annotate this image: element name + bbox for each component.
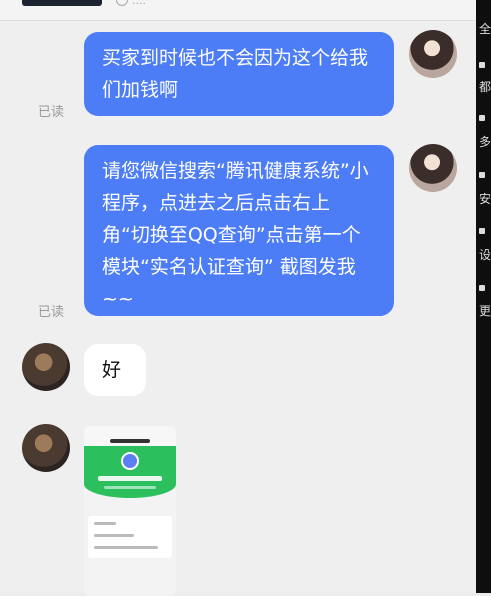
right-glyph: 都 xyxy=(479,80,491,94)
contact-avatar[interactable] xyxy=(22,424,70,472)
right-dot xyxy=(479,285,485,291)
right-side-strip: 全 都 多 安 设 更 xyxy=(476,0,491,593)
right-glyph: 设 xyxy=(479,248,491,262)
image-user-icon xyxy=(121,452,139,470)
message-bubble-1[interactable]: 买家到时候也不会因为这个给我们加钱啊 xyxy=(84,32,394,116)
top-strip-text: .... xyxy=(132,0,146,7)
right-glyph: 多 xyxy=(479,135,491,149)
right-glyph: 更 xyxy=(479,304,491,318)
read-status-2: 已读 xyxy=(38,305,65,320)
message-text-2: 请您微信搜索“腾讯健康系统”小程序，点进去之后点击右上角“切换至QQ查询”点击第… xyxy=(102,160,369,310)
clock-icon xyxy=(116,0,128,6)
my-avatar[interactable] xyxy=(409,30,457,78)
read-status-1: 已读 xyxy=(38,105,65,120)
top-strip: .... xyxy=(0,0,476,21)
right-dot xyxy=(479,62,485,68)
chat-area[interactable]: 买家到时候也不会因为这个给我们加钱啊 已读 请您微信搜索“腾讯健康系统”小程序，… xyxy=(0,21,476,596)
right-glyph: 安 xyxy=(479,192,491,206)
image-status-bar xyxy=(84,426,176,436)
image-green-header xyxy=(84,446,176,498)
image-message[interactable] xyxy=(84,426,176,596)
message-bubble-2[interactable]: 请您微信搜索“腾讯健康系统”小程序，点进去之后点击右上角“切换至QQ查询”点击第… xyxy=(84,145,394,316)
message-text-3: 好 xyxy=(102,359,122,381)
contact-avatar[interactable] xyxy=(22,343,70,391)
right-dot xyxy=(479,172,485,178)
right-glyph: 全 xyxy=(479,22,491,36)
right-dot xyxy=(479,115,485,121)
message-text-1: 买家到时候也不会因为这个给我们加钱啊 xyxy=(102,47,369,101)
right-dot xyxy=(479,228,485,234)
my-avatar[interactable] xyxy=(409,144,457,192)
image-info-card xyxy=(88,516,172,558)
image-nav-bar xyxy=(84,436,176,446)
message-bubble-3[interactable]: 好 xyxy=(84,344,146,396)
thumbnail xyxy=(22,0,102,6)
